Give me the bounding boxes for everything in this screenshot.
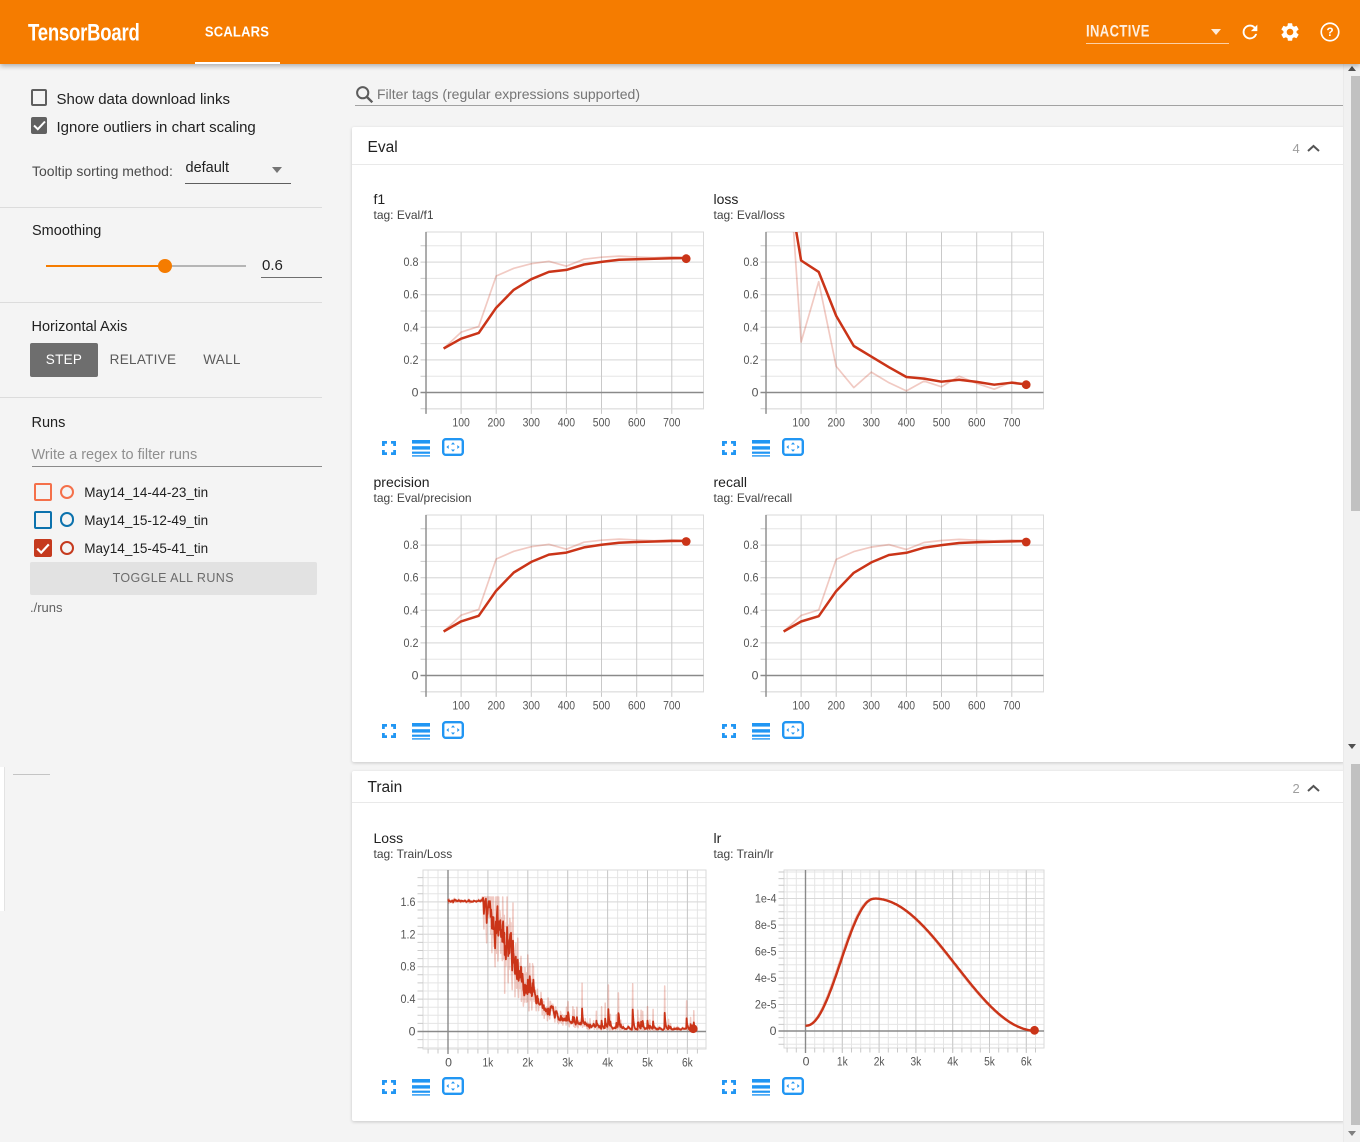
svg-text:2e-5: 2e-5 — [755, 997, 777, 1011]
svg-text:2k: 2k — [522, 1056, 533, 1070]
svg-text:100: 100 — [792, 698, 810, 712]
svg-text:300: 300 — [862, 415, 880, 429]
svg-text:700: 700 — [663, 698, 681, 712]
svg-text:600: 600 — [967, 698, 985, 712]
svg-text:0.6: 0.6 — [403, 287, 418, 301]
svg-text:0.8: 0.8 — [743, 538, 758, 552]
svg-text:100: 100 — [452, 698, 470, 712]
svg-text:6k: 6k — [682, 1056, 693, 1070]
svg-text:400: 400 — [897, 415, 915, 429]
svg-text:500: 500 — [932, 415, 950, 429]
svg-text:6e-5: 6e-5 — [755, 944, 777, 958]
svg-text:3k: 3k — [911, 1054, 922, 1068]
svg-text:500: 500 — [592, 415, 610, 429]
svg-text:0: 0 — [408, 1025, 415, 1039]
svg-text:0: 0 — [770, 1024, 777, 1038]
svg-text:500: 500 — [592, 698, 610, 712]
svg-text:0: 0 — [411, 385, 418, 399]
svg-text:1.2: 1.2 — [400, 927, 415, 941]
svg-text:0.8: 0.8 — [743, 255, 758, 269]
svg-text:0.6: 0.6 — [743, 287, 758, 301]
svg-text:0.2: 0.2 — [743, 352, 758, 366]
svg-text:0: 0 — [445, 1056, 452, 1070]
svg-text:0: 0 — [751, 668, 758, 682]
svg-text:300: 300 — [522, 415, 540, 429]
svg-text:1k: 1k — [482, 1056, 493, 1070]
svg-text:300: 300 — [522, 698, 540, 712]
svg-text:2k: 2k — [874, 1054, 885, 1068]
svg-text:0.4: 0.4 — [403, 320, 418, 334]
svg-text:0: 0 — [803, 1054, 810, 1068]
svg-text:0.4: 0.4 — [400, 992, 415, 1006]
svg-text:0.4: 0.4 — [743, 603, 758, 617]
svg-text:4e-5: 4e-5 — [755, 971, 777, 985]
svg-text:0.8: 0.8 — [403, 255, 418, 269]
svg-text:700: 700 — [663, 415, 681, 429]
svg-text:1k: 1k — [837, 1054, 848, 1068]
svg-text:0.2: 0.2 — [403, 635, 418, 649]
svg-text:600: 600 — [967, 415, 985, 429]
svg-text:5k: 5k — [984, 1054, 995, 1068]
svg-text:0.4: 0.4 — [403, 603, 418, 617]
svg-text:400: 400 — [897, 698, 915, 712]
svg-text:100: 100 — [452, 415, 470, 429]
svg-text:0.6: 0.6 — [403, 570, 418, 584]
svg-text:200: 200 — [487, 415, 505, 429]
svg-text:700: 700 — [1003, 698, 1021, 712]
svg-text:1e-4: 1e-4 — [755, 891, 777, 905]
svg-text:4k: 4k — [947, 1054, 958, 1068]
svg-text:500: 500 — [932, 698, 950, 712]
svg-text:100: 100 — [792, 415, 810, 429]
svg-text:3k: 3k — [562, 1056, 573, 1070]
svg-text:300: 300 — [862, 698, 880, 712]
svg-text:6k: 6k — [1021, 1054, 1032, 1068]
svg-text:0.8: 0.8 — [400, 960, 415, 974]
svg-text:0: 0 — [751, 385, 758, 399]
svg-text:0.4: 0.4 — [743, 320, 758, 334]
svg-text:200: 200 — [827, 698, 845, 712]
svg-text:700: 700 — [1003, 415, 1021, 429]
svg-text:400: 400 — [557, 698, 575, 712]
svg-text:200: 200 — [487, 698, 505, 712]
svg-text:1.6: 1.6 — [400, 895, 415, 909]
svg-text:8e-5: 8e-5 — [755, 918, 777, 932]
svg-text:5k: 5k — [642, 1056, 653, 1070]
svg-text:?: ? — [1326, 26, 1333, 39]
svg-text:0.6: 0.6 — [743, 570, 758, 584]
svg-text:600: 600 — [627, 415, 645, 429]
svg-text:0.2: 0.2 — [403, 352, 418, 366]
svg-text:400: 400 — [557, 415, 575, 429]
svg-text:600: 600 — [627, 698, 645, 712]
svg-text:0.2: 0.2 — [743, 635, 758, 649]
svg-text:0.8: 0.8 — [403, 538, 418, 552]
svg-text:200: 200 — [827, 415, 845, 429]
svg-text:0: 0 — [411, 668, 418, 682]
svg-text:4k: 4k — [602, 1056, 613, 1070]
